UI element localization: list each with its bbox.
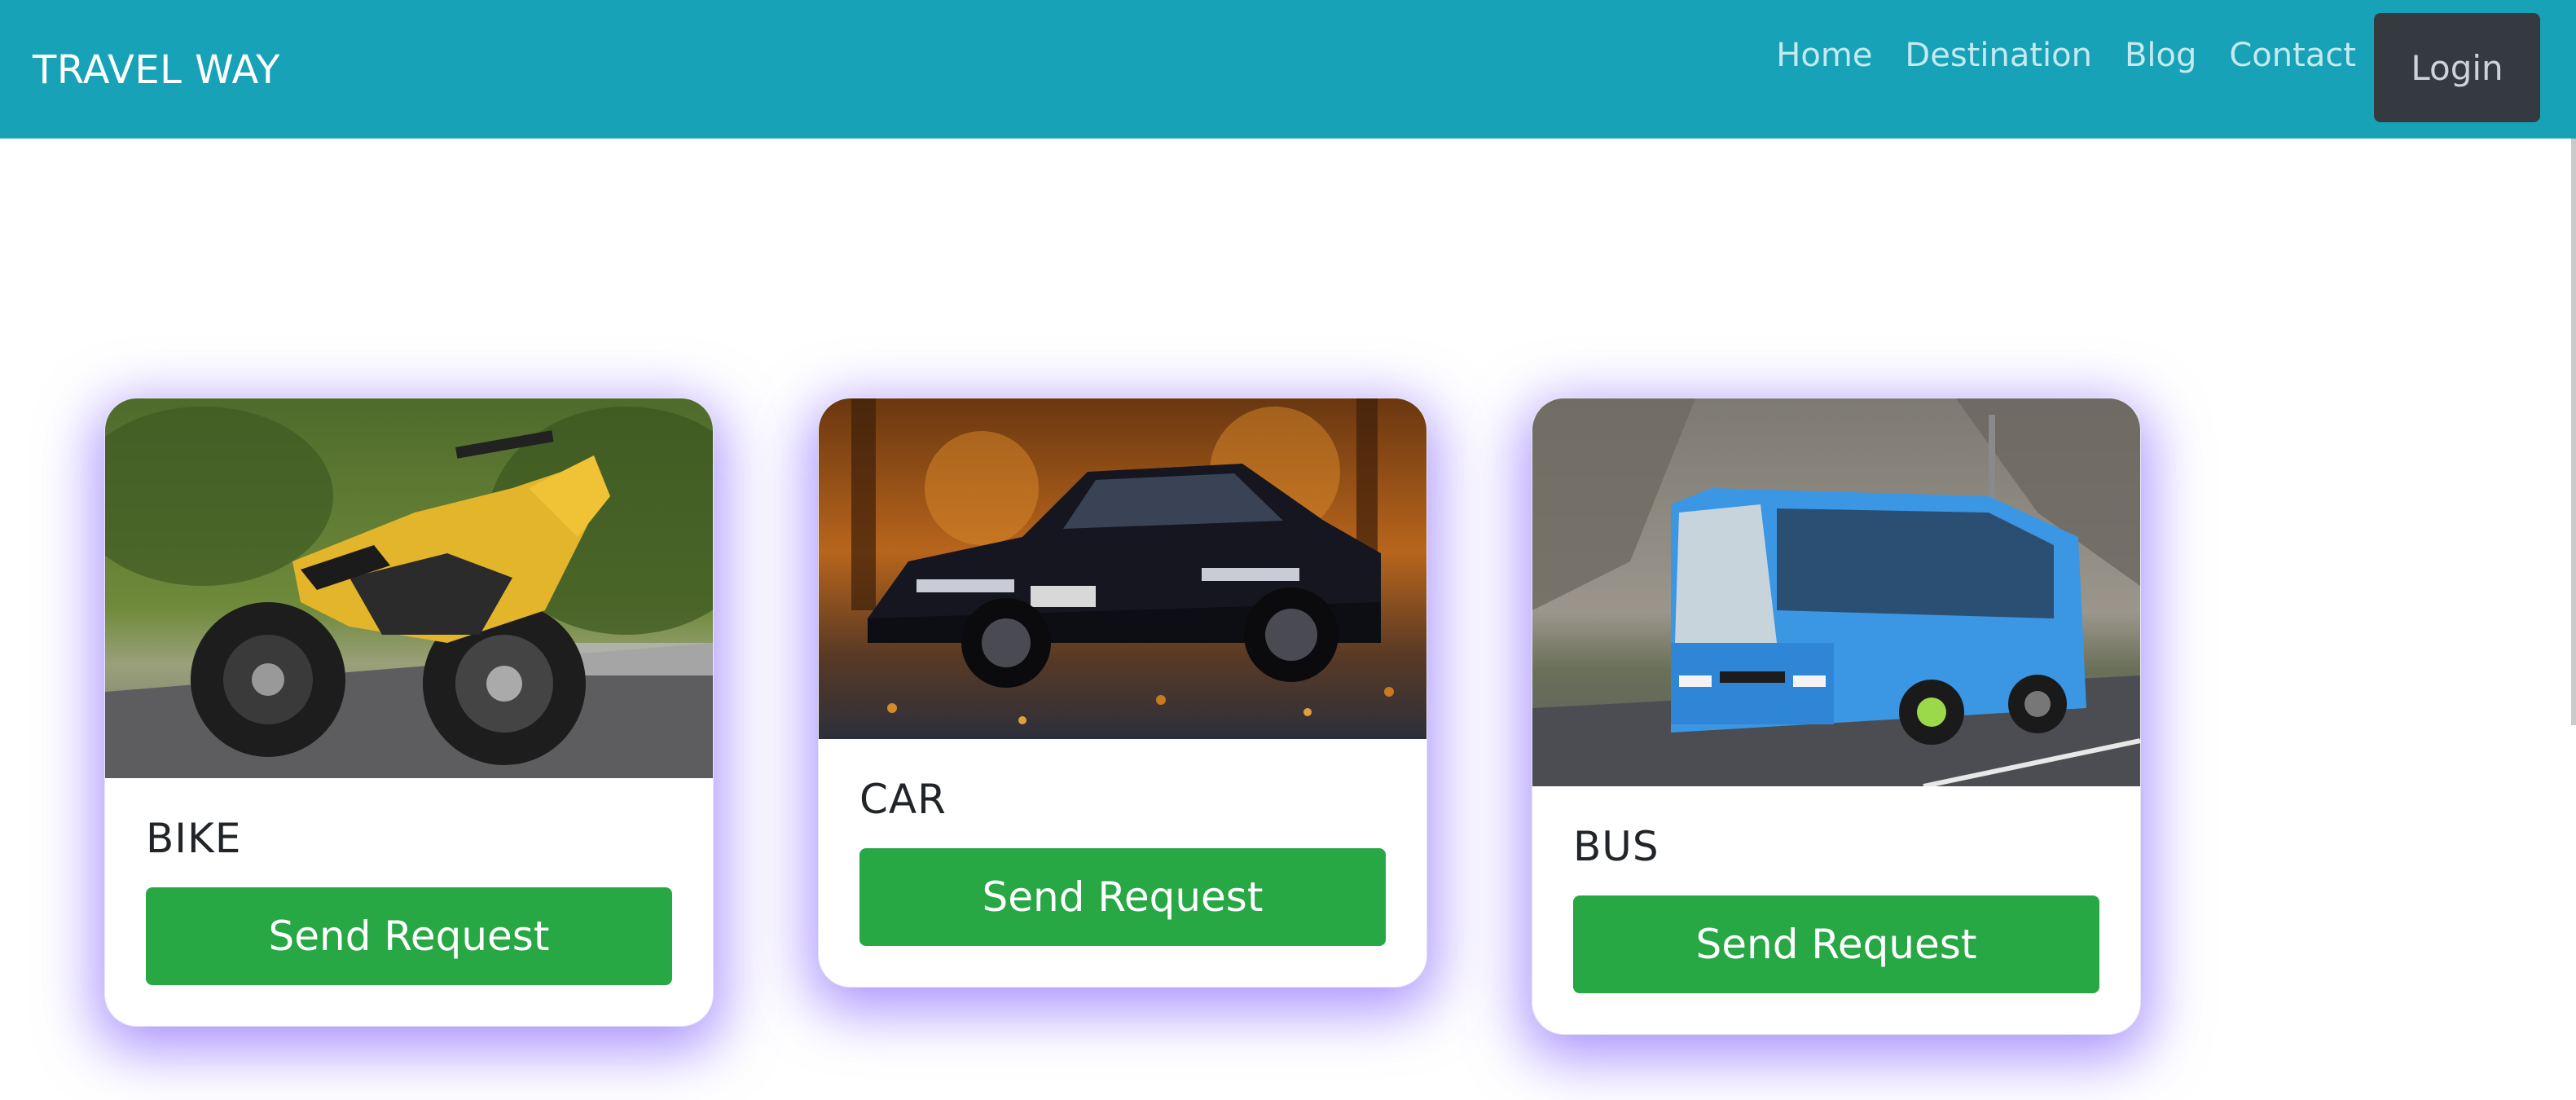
bus-image	[1532, 398, 2140, 786]
brand-logo-text[interactable]: TRAVEL WAY	[33, 46, 280, 95]
nav-links: Home Destination Blog Contact	[1776, 33, 2356, 78]
send-request-button-car[interactable]: Send Request	[859, 848, 1386, 946]
nav-link-destination[interactable]: Destination	[1905, 33, 2092, 78]
nav-link-home[interactable]: Home	[1776, 33, 1872, 78]
page-scrollbar[interactable]	[2571, 139, 2576, 725]
card-title-bus: BUS	[1573, 823, 1659, 870]
send-request-button-bus[interactable]: Send Request	[1573, 895, 2099, 993]
top-navbar: TRAVEL WAY Home Destination Blog Contact…	[0, 0, 2576, 139]
send-request-button-bike[interactable]: Send Request	[146, 887, 672, 985]
bike-image	[105, 398, 713, 778]
nav-link-blog[interactable]: Blog	[2125, 33, 2196, 78]
card-title-bike: BIKE	[146, 815, 242, 862]
vehicle-card-bus: BUS Send Request	[1532, 398, 2141, 1035]
nav-link-contact[interactable]: Contact	[2229, 33, 2356, 78]
vehicle-card-bike: BIKE Send Request	[104, 398, 714, 1027]
card-title-car: CAR	[859, 776, 947, 823]
login-button[interactable]: Login	[2374, 13, 2540, 122]
vehicle-card-car: CAR Send Request	[818, 398, 1427, 988]
car-image	[819, 398, 1426, 739]
